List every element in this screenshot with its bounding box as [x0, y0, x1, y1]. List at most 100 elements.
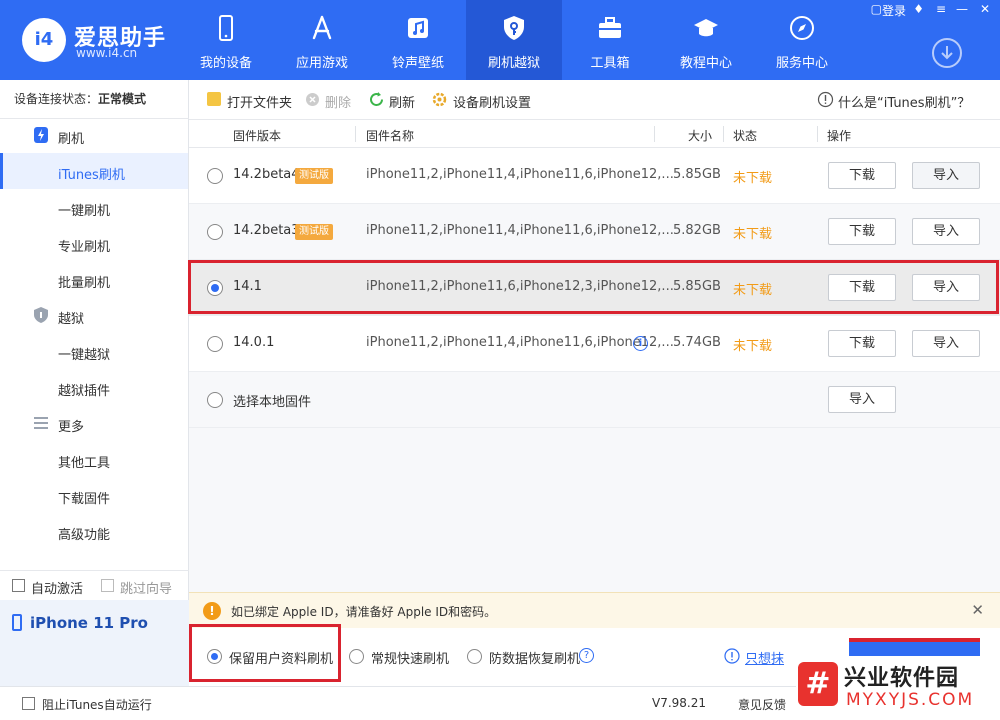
sidebar-group-jailbreak[interactable]: 越狱: [58, 308, 84, 327]
refresh-button[interactable]: 刷新: [389, 92, 415, 111]
notice-bar: ! 如已绑定 Apple ID，请准备好 Apple ID和密码。 ✕: [189, 592, 1000, 628]
sidebar-item-jailbreak-plugins[interactable]: 越狱插件: [58, 380, 110, 399]
import-button[interactable]: 导入: [912, 330, 980, 357]
nav-tutorials[interactable]: 教程中心: [658, 0, 754, 80]
sidebar-item-one-click-flash[interactable]: 一键刷机: [58, 200, 110, 219]
download-button[interactable]: 下载: [828, 162, 896, 189]
local-import-button[interactable]: 导入: [828, 386, 896, 413]
app-url: www.i4.cn: [76, 46, 138, 60]
download-button[interactable]: 下载: [828, 218, 896, 245]
nav-ringtones[interactable]: 铃声壁纸: [370, 0, 466, 80]
skip-guide-checkbox[interactable]: [101, 579, 114, 592]
nav-label: 工具箱: [590, 56, 630, 71]
empty-list-area: [189, 428, 1000, 592]
notice-text: 如已绑定 Apple ID，请准备好 Apple ID和密码。: [231, 605, 497, 619]
watermark-logo: #: [798, 662, 838, 706]
help-icon[interactable]: ?: [579, 648, 594, 663]
what-is-itunes-flash-link[interactable]: 什么是“iTunes刷机”？: [838, 92, 970, 111]
import-button[interactable]: 导入: [912, 218, 980, 245]
feedback-link[interactable]: 意见反馈: [738, 696, 786, 713]
download-circle-icon[interactable]: [932, 38, 962, 68]
firmware-radio[interactable]: [207, 224, 223, 240]
firmware-status: 未下载: [733, 339, 773, 354]
minimize-icon[interactable]: —: [956, 2, 968, 16]
quick-flash-label[interactable]: 常规快速刷机: [371, 648, 449, 667]
jailbreak-shield-icon: [34, 307, 48, 323]
quick-flash-radio[interactable]: [349, 649, 364, 664]
column-separator: [654, 126, 655, 142]
sidebar-item-batch-flash[interactable]: 批量刷机: [58, 272, 110, 291]
local-firmware-radio[interactable]: [207, 392, 223, 408]
info-icon[interactable]: i: [633, 336, 648, 351]
refresh-icon: [370, 92, 383, 106]
table-row-local[interactable]: 选择本地固件 导入: [189, 372, 1000, 428]
nav-flash-jailbreak[interactable]: 刷机越狱: [466, 0, 562, 80]
login-link[interactable]: 登录: [882, 2, 906, 19]
nav-label: 应用游戏: [295, 56, 348, 71]
menu-icon[interactable]: ≡: [936, 2, 946, 16]
watermark-title: 兴业软件园: [844, 666, 960, 691]
anti-recovery-label[interactable]: 防数据恢复刷机: [489, 648, 580, 667]
phone-icon: [219, 15, 233, 41]
column-header-status: 状态: [733, 129, 758, 143]
info-circle-icon: [724, 648, 740, 664]
column-separator: [723, 126, 724, 142]
anti-recovery-radio[interactable]: [467, 649, 482, 664]
connection-status: 设备连接状态：正常模式: [14, 92, 147, 106]
column-header-name: 固件名称: [366, 129, 415, 143]
flash-icon: [34, 127, 48, 143]
nav-my-device[interactable]: 我的设备: [178, 0, 274, 80]
device-name: iPhone 11 Pro: [30, 614, 148, 632]
nav-apps[interactable]: 应用游戏: [274, 0, 370, 80]
close-icon[interactable]: ✕: [980, 2, 990, 16]
watermark-url: MYXYJS.COM: [846, 690, 975, 710]
sidebar-item-advanced[interactable]: 高级功能: [58, 524, 110, 543]
sidebar-group-flash[interactable]: 刷机: [58, 128, 84, 147]
nav-service[interactable]: 服务中心: [754, 0, 850, 80]
music-icon: [408, 18, 428, 38]
nav-toolbox[interactable]: 工具箱: [562, 0, 658, 80]
block-itunes-checkbox[interactable]: [22, 697, 35, 710]
highlight-box-keep-data: [189, 624, 341, 682]
firmware-radio[interactable]: [207, 168, 223, 184]
graduation-cap-icon: [694, 19, 718, 37]
sidebar-item-itunes-flash[interactable]: iTunes刷机: [58, 164, 125, 183]
firmware-version: 14.0.1: [233, 335, 275, 350]
auto-activate-checkbox[interactable]: [12, 579, 25, 592]
nav-label: 刷机越狱: [487, 56, 540, 71]
sidebar-item-one-click-jailbreak[interactable]: 一键越狱: [58, 344, 110, 363]
folder-icon: [207, 92, 221, 106]
firmware-size: 5.74GB: [673, 335, 721, 350]
sidebar-item-other-tools[interactable]: 其他工具: [58, 452, 110, 471]
warning-icon: !: [203, 602, 221, 620]
firmware-status: 未下载: [733, 227, 773, 242]
device-settings-button[interactable]: 设备刷机设置: [453, 92, 531, 111]
table-row[interactable]: 14.2beta4 测试版 iPhone11,2,iPhone11,4,iPho…: [189, 148, 1000, 204]
download-button[interactable]: 下载: [828, 330, 896, 357]
firmware-radio[interactable]: [207, 336, 223, 352]
status-value: 正常模式: [98, 92, 147, 106]
table-header: 固件版本 固件名称 大小 状态 操作: [189, 120, 1000, 148]
only-erase-link[interactable]: 只想抹: [745, 648, 784, 667]
sidebar-group-more[interactable]: 更多: [58, 416, 84, 435]
sidebar-item-download-firmware[interactable]: 下载固件: [58, 488, 110, 507]
device-panel[interactable]: iPhone 11 Pro: [0, 600, 189, 686]
compass-icon: [790, 16, 814, 40]
skip-guide-label: 跳过向导: [120, 582, 173, 597]
login-icon[interactable]: ▢: [871, 2, 882, 16]
column-separator: [817, 126, 818, 142]
table-row[interactable]: 14.2beta3 测试版 iPhone11,2,iPhone11,4,iPho…: [189, 204, 1000, 260]
logo-badge: i4: [22, 18, 66, 62]
firmware-name: iPhone11,2,iPhone11,4,iPhone11,6,iPhone1…: [366, 335, 674, 350]
delete-button[interactable]: 删除: [325, 92, 351, 111]
shirt-icon[interactable]: ♦: [913, 2, 924, 16]
close-icon[interactable]: ✕: [971, 601, 984, 619]
open-folder-button[interactable]: 打开文件夹: [227, 92, 292, 111]
import-button[interactable]: 导入: [912, 162, 980, 189]
table-row[interactable]: 14.0.1 iPhone11,2,iPhone11,4,iPhone11,6,…: [189, 316, 1000, 372]
menu-icon: [34, 417, 48, 429]
highlight-box-selected-row: [188, 260, 999, 314]
sidebar-item-pro-flash[interactable]: 专业刷机: [58, 236, 110, 255]
app-version: V7.98.21: [652, 696, 707, 710]
site-watermark: # 兴业软件园 MYXYJS.COM: [796, 656, 1000, 720]
